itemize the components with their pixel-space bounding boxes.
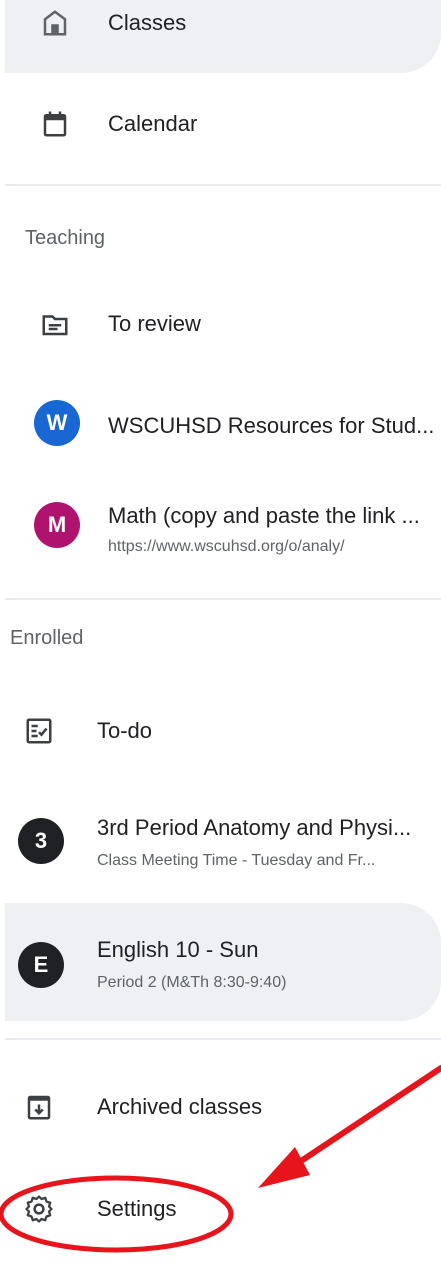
nav-item-calendar-label: Calendar — [108, 111, 198, 136]
nav-item-classes-label: Classes — [108, 10, 187, 35]
class-subtitle: https://www.wscuhsd.org/o/analy/ — [108, 538, 345, 555]
class-avatar: 3 — [18, 818, 64, 864]
nav-item-settings[interactable]: Settings — [0, 1180, 441, 1240]
class-title: Math (copy and paste the link ... — [108, 503, 420, 528]
enrolled-section-header: Enrolled — [10, 627, 84, 649]
divider — [5, 598, 441, 600]
home-icon — [38, 6, 72, 40]
nav-item-to-review[interactable]: To review — [0, 295, 441, 355]
class-avatar: W — [34, 400, 80, 446]
class-subtitle: Class Meeting Time - Tuesday and Fr... — [97, 852, 376, 869]
archive-icon — [22, 1090, 56, 1124]
class-avatar: M — [34, 502, 80, 548]
enrolled-class-item[interactable]: E English 10 - Sun Period 2 (M&Th 8:30-9… — [0, 930, 441, 1000]
todo-checklist-icon — [22, 714, 56, 748]
folder-review-icon — [38, 307, 72, 341]
nav-item-classes[interactable]: Classes — [0, 0, 441, 60]
enrolled-class-item[interactable]: 3 3rd Period Anatomy and Physi... Class … — [0, 808, 441, 878]
nav-item-archived-classes-label: Archived classes — [97, 1094, 263, 1119]
divider — [5, 184, 441, 186]
class-title: 3rd Period Anatomy and Physi... — [97, 815, 412, 840]
nav-item-settings-label: Settings — [97, 1196, 177, 1221]
nav-item-to-review-label: To review — [108, 311, 201, 336]
class-avatar: E — [18, 942, 64, 988]
class-title: English 10 - Sun — [97, 937, 259, 962]
class-subtitle: Period 2 (M&Th 8:30-9:40) — [97, 974, 287, 991]
class-title: WSCUHSD Resources for Stud... — [108, 413, 435, 438]
divider — [5, 1038, 441, 1040]
nav-item-to-do[interactable]: To-do — [0, 702, 441, 762]
nav-item-to-do-label: To-do — [97, 718, 153, 743]
gear-icon — [22, 1192, 56, 1226]
calendar-icon — [38, 107, 72, 141]
teaching-class-item[interactable]: W WSCUHSD Resources for Stud... — [0, 395, 441, 455]
teaching-class-item[interactable]: M Math (copy and paste the link ... http… — [0, 500, 441, 570]
nav-item-archived-classes[interactable]: Archived classes — [0, 1078, 441, 1138]
nav-item-calendar[interactable]: Calendar — [0, 95, 441, 155]
teaching-section-header: Teaching — [25, 227, 106, 249]
